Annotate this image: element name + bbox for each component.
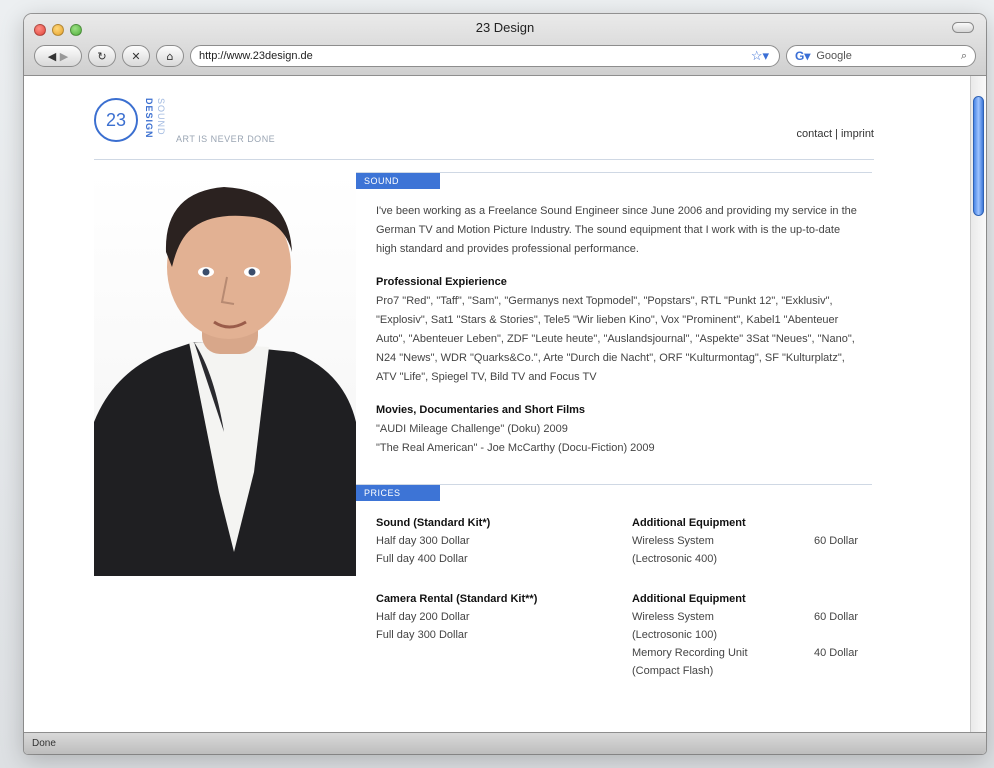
price-row-value: 40 Dollar bbox=[813, 647, 858, 659]
prices-section-header: PRICES bbox=[356, 484, 872, 502]
google-search-icon[interactable]: G▾ bbox=[795, 49, 810, 63]
site-logo[interactable]: 23 bbox=[94, 98, 138, 142]
sound-section-tab: SOUND bbox=[356, 173, 440, 189]
portrait-illustration bbox=[94, 187, 356, 576]
nav-imprint-link[interactable]: imprint bbox=[841, 128, 874, 140]
price-group-heading: Additional Equipment bbox=[632, 593, 746, 605]
prices-right-column: Additional Equipment Wireless System (Le… bbox=[632, 514, 858, 702]
back-forward-button[interactable]: ◀ ▶ bbox=[34, 45, 82, 67]
movie-item: "AUDI Mileage Challenge" (Doku) 2009 bbox=[376, 423, 568, 435]
price-row-label: Memory Recording Unit (Compact Flash) bbox=[632, 647, 748, 677]
price-group: Additional Equipment Wireless System (Le… bbox=[632, 514, 858, 568]
home-icon: ⌂ bbox=[166, 49, 174, 63]
stop-button[interactable]: ✕ bbox=[122, 45, 150, 67]
price-row-value: 60 Dollar bbox=[813, 611, 858, 623]
status-bar: Done bbox=[24, 732, 986, 754]
sound-intro: I've been working as a Freelance Sound E… bbox=[376, 205, 857, 255]
browser-toolbar: ◀ ▶ ↻ ✕ ⌂ http://www.23design.de ☆▾ G▾ G… bbox=[34, 44, 976, 68]
nav-contact-link[interactable]: contact bbox=[797, 128, 832, 140]
price-line: Full day 400 Dollar bbox=[376, 553, 468, 565]
reload-icon: ↻ bbox=[97, 49, 107, 63]
price-row: Memory Recording Unit (Compact Flash) 40… bbox=[632, 644, 858, 680]
price-row-label: Wireless System (Lectrosonic 400) bbox=[632, 535, 717, 565]
window-title: 23 Design bbox=[475, 20, 535, 35]
url-text[interactable]: http://www.23design.de bbox=[199, 50, 745, 62]
home-button[interactable]: ⌂ bbox=[156, 45, 184, 67]
title-bar: 23 Design ◀ ▶ ↻ ✕ ⌂ http://www.23design.… bbox=[24, 14, 986, 76]
price-group: Camera Rental (Standard Kit**) Half day … bbox=[376, 590, 602, 644]
price-row: Wireless System (Lectrosonic 100) 60 Dol… bbox=[632, 608, 858, 644]
search-icon[interactable]: ⌕ bbox=[961, 50, 967, 63]
browser-window: 23 Design ◀ ▶ ↻ ✕ ⌂ http://www.23design.… bbox=[24, 14, 986, 754]
portrait-photo bbox=[94, 172, 356, 576]
price-line: Full day 300 Dollar bbox=[376, 629, 468, 641]
experience-heading: Professional Expierience bbox=[376, 276, 507, 288]
movies-heading: Movies, Documentaries and Short Films bbox=[376, 404, 586, 416]
movie-item: "The Real American" - Joe McCarthy (Docu… bbox=[376, 442, 655, 454]
price-group-heading: Additional Equipment bbox=[632, 517, 746, 529]
price-group: Additional Equipment Wireless System (Le… bbox=[632, 590, 858, 680]
page-content: 23 DESIGN SOUND ART IS NEVER DONE contac… bbox=[24, 76, 970, 732]
scrollbar-thumb[interactable] bbox=[973, 96, 984, 216]
sound-section: I've been working as a Freelance Sound E… bbox=[356, 202, 872, 458]
back-icon: ◀ bbox=[47, 49, 57, 63]
main-column: SOUND I've been working as a Freelance S… bbox=[356, 172, 872, 702]
bookmark-star-icon[interactable]: ☆▾ bbox=[751, 48, 769, 64]
vertical-scrollbar[interactable] bbox=[970, 76, 986, 732]
price-group-heading: Camera Rental (Standard Kit**) bbox=[376, 593, 538, 605]
price-group: Sound (Standard Kit*) Half day 300 Dolla… bbox=[376, 514, 602, 568]
search-placeholder[interactable]: Google bbox=[816, 50, 954, 62]
site-header: 23 DESIGN SOUND ART IS NEVER DONE contac… bbox=[94, 76, 874, 160]
logo-sound-text: SOUND bbox=[156, 98, 166, 136]
price-line: Half day 200 Dollar bbox=[376, 611, 470, 623]
price-group-heading: Sound (Standard Kit*) bbox=[376, 517, 491, 529]
toolbar-toggle-button[interactable] bbox=[952, 22, 974, 33]
address-bar[interactable]: http://www.23design.de ☆▾ bbox=[190, 45, 780, 67]
forward-icon: ▶ bbox=[59, 49, 69, 63]
reload-button[interactable]: ↻ bbox=[88, 45, 116, 67]
nav-separator: | bbox=[835, 128, 838, 140]
experience-text: Pro7 "Red", "Taff", "Sam", "Germanys nex… bbox=[376, 295, 855, 383]
prices-section: Sound (Standard Kit*) Half day 300 Dolla… bbox=[356, 514, 872, 702]
price-row-label: Wireless System (Lectrosonic 100) bbox=[632, 611, 717, 641]
web-page: 23 DESIGN SOUND ART IS NEVER DONE contac… bbox=[94, 76, 874, 677]
tagline: ART IS NEVER DONE bbox=[176, 134, 276, 144]
logo-design-text: DESIGN bbox=[144, 98, 154, 139]
prices-left-column: Sound (Standard Kit*) Half day 300 Dolla… bbox=[376, 514, 602, 702]
prices-section-tab: PRICES bbox=[356, 485, 440, 501]
price-line: Half day 300 Dollar bbox=[376, 535, 470, 547]
price-row: Wireless System (Lectrosonic 400) 60 Dol… bbox=[632, 532, 858, 568]
price-row-value: 60 Dollar bbox=[813, 535, 858, 547]
stop-icon: ✕ bbox=[131, 49, 141, 63]
search-field[interactable]: G▾ Google ⌕ bbox=[786, 45, 976, 67]
top-navigation: contact | imprint bbox=[797, 128, 874, 140]
sound-section-header: SOUND bbox=[356, 172, 872, 190]
